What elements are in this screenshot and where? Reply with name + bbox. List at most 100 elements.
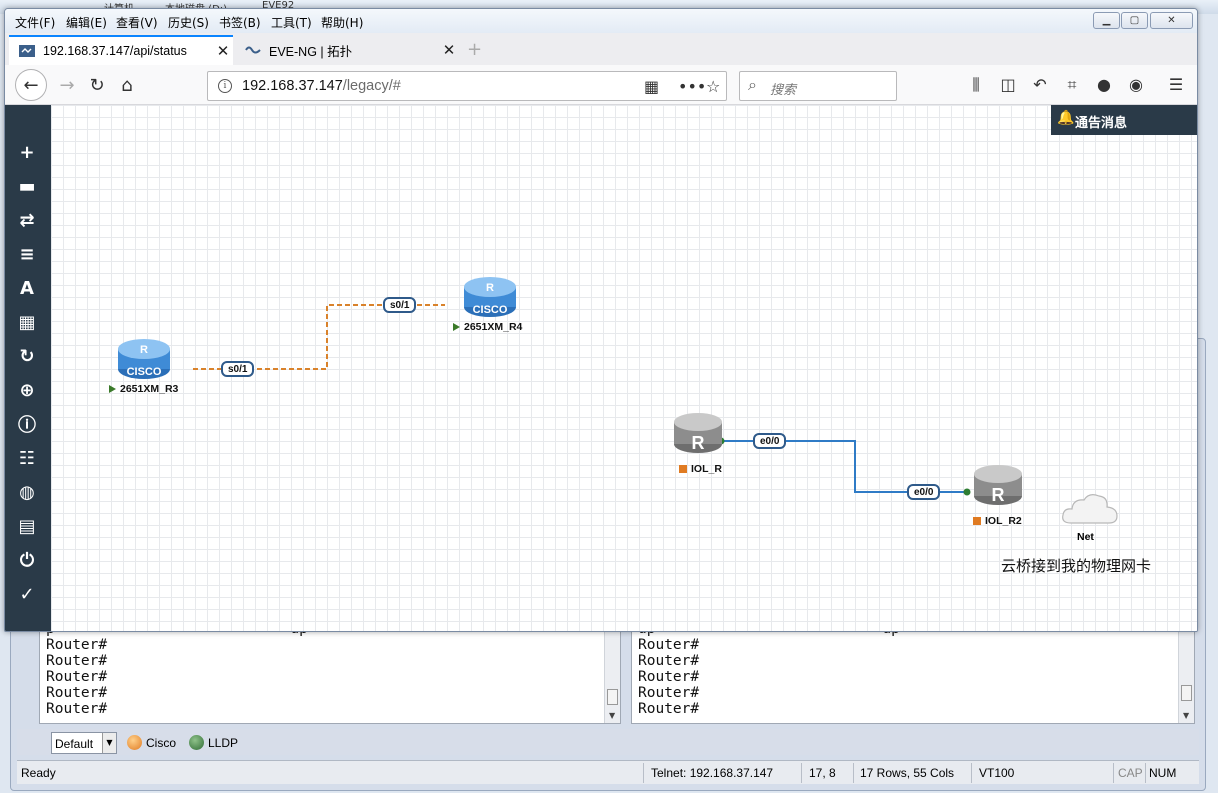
- scroll-down-arrow-icon[interactable]: ▼: [609, 711, 615, 720]
- hamburger-menu-icon[interactable]: ☰: [1165, 75, 1187, 94]
- tab-strip: 192.168.37.147/api/status ✕ EVE-NG | 拓扑 …: [5, 33, 1197, 65]
- browser-window: 文件(F) 编辑(E) 查看(V) 历史(S) 书签(B) 工具(T) 帮助(H…: [4, 8, 1198, 632]
- node-label[interactable]: 2651XM_R4: [453, 321, 522, 333]
- grid-icon[interactable]: ▦: [16, 311, 38, 333]
- scrollbar-thumb[interactable]: [607, 689, 618, 705]
- menu-edit[interactable]: 编辑(E): [66, 14, 107, 31]
- status-emulation: VT100: [979, 766, 1015, 780]
- menu-file[interactable]: 文件(F): [15, 14, 55, 31]
- check-circle-icon[interactable]: ✓: [16, 583, 38, 605]
- add-object-icon[interactable]: +: [16, 141, 38, 163]
- maximize-icon[interactable]: ▢: [1121, 12, 1148, 29]
- url-text[interactable]: 192.168.37.147/legacy/#: [242, 78, 401, 94]
- status-cursor: 17, 8: [809, 766, 836, 780]
- refresh-icon[interactable]: ↻: [16, 345, 38, 367]
- power-icon[interactable]: ⏻: [16, 549, 38, 571]
- text-object-icon[interactable]: A: [16, 277, 38, 299]
- tab-close-icon[interactable]: ✕: [439, 41, 459, 59]
- tab-api-status[interactable]: 192.168.37.147/api/status ✕: [9, 35, 233, 65]
- interface-label[interactable]: e0/0: [907, 484, 941, 500]
- eve-page: + ▬ ⇄ ≡ A ▦ ↻ ⊕ ⓘ ☷ ◍ ▤ ⏻ ✓ s0/1 s0/1 e0…: [5, 105, 1197, 631]
- reload-icon[interactable]: ↻: [83, 71, 111, 99]
- interface-label[interactable]: e0/0: [753, 433, 787, 449]
- node-label[interactable]: 2651XM_R3: [109, 383, 178, 395]
- interface-label[interactable]: s0/1: [383, 297, 417, 313]
- url-bar[interactable]: i 192.168.37.147/legacy/# ▦ ••• ☆: [207, 71, 727, 101]
- node-net-cloud[interactable]: [1059, 489, 1121, 532]
- chat-bubble-icon[interactable]: ●: [1093, 75, 1115, 94]
- new-tab-plus-icon[interactable]: +: [467, 39, 482, 60]
- terminal-line: Router#: [638, 701, 700, 717]
- node-2651xm-r4[interactable]: R CISCO: [463, 275, 517, 322]
- node-label[interactable]: IOL_R: [679, 463, 722, 475]
- menu-history[interactable]: 历史(S): [168, 14, 209, 31]
- briefcase-icon[interactable]: ▤: [16, 515, 38, 537]
- back-arrow-icon[interactable]: ←: [15, 69, 47, 101]
- tab-close-icon[interactable]: ✕: [213, 42, 233, 60]
- search-input[interactable]: ⌕ 搜索: [739, 71, 897, 101]
- terminal-line: Router#: [46, 669, 108, 685]
- library-icon[interactable]: ⫼: [965, 75, 987, 95]
- info-icon[interactable]: ⓘ: [16, 413, 38, 436]
- menu-view[interactable]: 查看(V): [116, 14, 158, 31]
- terminal-status-bar: Ready Telnet: 192.168.37.147 17, 8 17 Ro…: [17, 760, 1199, 784]
- tab-eve-topology[interactable]: EVE-NG | 拓扑 ✕: [235, 35, 459, 65]
- node-label[interactable]: IOL_R2: [973, 515, 1022, 527]
- networks-icon[interactable]: ⇄: [16, 209, 38, 231]
- node-iol-r[interactable]: R: [673, 411, 723, 458]
- menu-tools[interactable]: 工具(T): [271, 14, 312, 31]
- bell-icon: 🔔: [1057, 110, 1075, 126]
- nodes-icon[interactable]: ▬: [16, 175, 38, 197]
- status-telnet: Telnet: 192.168.37.147: [651, 766, 774, 780]
- status-num: NUM: [1149, 766, 1177, 780]
- terminal-pane-left[interactable]: p up Router# Router# Router# Router# Rou…: [39, 628, 621, 724]
- notification-title: 通告消息: [1075, 116, 1128, 131]
- node-label[interactable]: Net: [1077, 531, 1094, 543]
- terminal-line: Router#: [638, 653, 700, 669]
- page-actions-icon[interactable]: •••: [678, 77, 706, 96]
- status-ready: Ready: [21, 766, 56, 780]
- sidebar-toggle-icon[interactable]: ◫: [997, 75, 1019, 94]
- qr-code-icon[interactable]: ▦: [644, 77, 659, 96]
- node-2651xm-r3[interactable]: R CISCO: [117, 337, 171, 384]
- running-status-icon: [109, 385, 116, 393]
- undo-icon[interactable]: ↶: [1029, 75, 1051, 94]
- menu-help[interactable]: 帮助(H): [321, 14, 363, 31]
- tab-title: 192.168.37.147/api/status: [43, 44, 187, 58]
- menu-bookmarks[interactable]: 书签(B): [219, 14, 261, 31]
- svg-text:CISCO: CISCO: [473, 304, 508, 316]
- crop-screenshot-icon[interactable]: ⌗: [1061, 75, 1083, 95]
- startup-configs-icon[interactable]: ≡: [16, 243, 38, 265]
- terminal-line: Router#: [46, 701, 108, 717]
- session-select[interactable]: Default ▼: [51, 732, 117, 754]
- terminal-line: Router#: [46, 685, 108, 701]
- zoom-icon[interactable]: ⊕: [16, 379, 38, 401]
- session-tab-cisco[interactable]: Cisco: [127, 735, 176, 750]
- scrollbar-thumb[interactable]: [1181, 685, 1192, 701]
- site-info-icon[interactable]: i: [218, 79, 232, 93]
- topology-canvas[interactable]: s0/1 s0/1 e0/0 e0/0 R CISCO 2651XM_R3 R …: [51, 105, 1197, 631]
- scroll-down-arrow-icon[interactable]: ▼: [1183, 711, 1189, 720]
- home-icon[interactable]: ⌂: [113, 71, 141, 99]
- forward-arrow-icon[interactable]: →: [53, 71, 81, 99]
- session-tab-bar: Default ▼ Cisco LLDP: [17, 729, 1199, 755]
- globe-icon[interactable]: ◍: [16, 481, 38, 503]
- close-icon[interactable]: ✕: [1150, 12, 1193, 29]
- terminal-pane-right[interactable]: up up Router# Router# Router# Router# Ro…: [631, 628, 1195, 724]
- search-icon: ⌕: [748, 75, 757, 94]
- text-annotation[interactable]: 云桥接到我的物理网卡: [1001, 555, 1151, 576]
- chevron-down-icon[interactable]: ▼: [102, 733, 116, 753]
- eve-sidebar: + ▬ ⇄ ≡ A ▦ ↻ ⊕ ⓘ ☷ ◍ ▤ ⏻ ✓: [5, 105, 51, 631]
- terminal-scrollbar[interactable]: ▼: [604, 629, 620, 723]
- list-icon[interactable]: ☷: [16, 447, 38, 469]
- extension-circle-icon[interactable]: ◉: [1125, 75, 1147, 94]
- search-placeholder: 搜索: [770, 83, 797, 98]
- bookmark-star-icon[interactable]: ☆: [706, 77, 720, 96]
- node-iol-r2[interactable]: R: [973, 463, 1023, 510]
- serial-link: [193, 304, 445, 370]
- interface-label[interactable]: s0/1: [221, 361, 255, 377]
- router-icon: R: [974, 465, 1022, 505]
- session-tab-lldp[interactable]: LLDP: [189, 735, 238, 750]
- minimize-icon[interactable]: ▁: [1093, 12, 1120, 29]
- terminal-scrollbar[interactable]: ▼: [1178, 629, 1194, 723]
